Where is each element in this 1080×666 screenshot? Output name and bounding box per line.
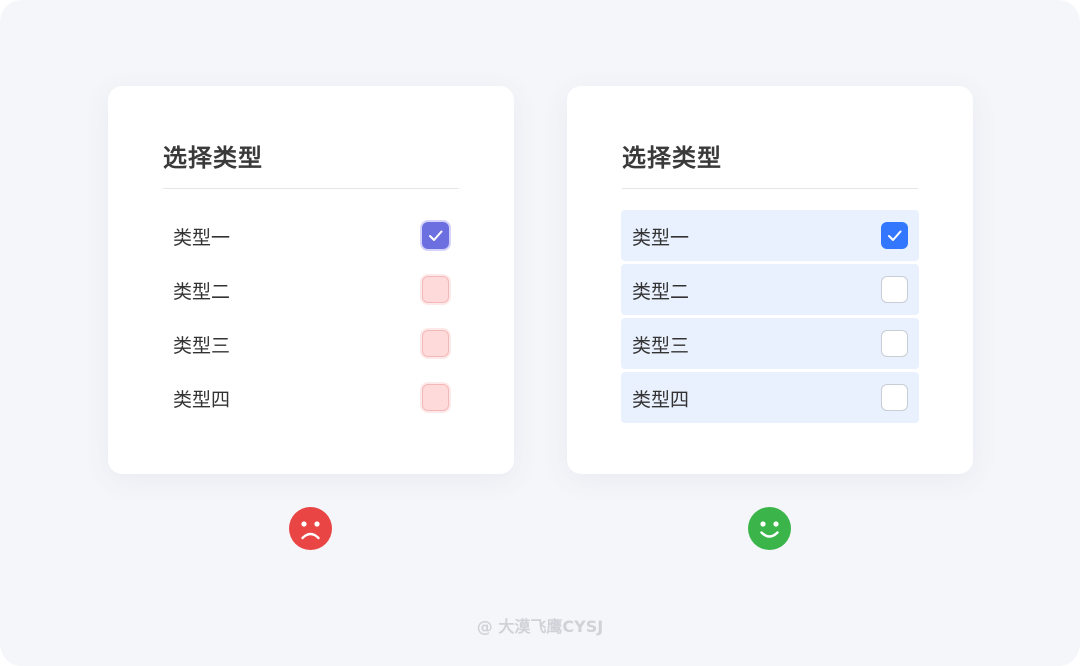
option-label: 类型一 [173,227,231,249]
checkbox-unchecked[interactable] [881,384,908,411]
good-example-card: 选择类型 类型一 类型二 类型三 类型四 [567,86,973,474]
option-item-1[interactable]: 类型一 [162,210,460,261]
checkbox-unchecked[interactable] [422,276,449,303]
option-list: 类型一 类型二 类型三 类型四 [162,210,460,426]
option-label: 类型二 [632,281,690,303]
option-item-2[interactable]: 类型二 [621,264,919,315]
watermark: @ 大漠飞鹰CYSJ [476,617,604,636]
card-title: 选择类型 [163,144,263,172]
title-divider [622,188,918,189]
option-item-3[interactable]: 类型三 [162,318,460,369]
card-title: 选择类型 [622,144,722,172]
checkbox-checked[interactable] [422,222,449,249]
checkbox-unchecked[interactable] [881,330,908,357]
bad-example-card: 选择类型 类型一 类型二 类型三 类型四 [108,86,514,474]
option-label: 类型一 [632,227,690,249]
checkbox-unchecked[interactable] [422,384,449,411]
checkmark-icon [888,230,902,241]
comparison-canvas: 选择类型 类型一 类型二 类型三 类型四 选择类型 类型一 类型二 类型三 类型… [0,0,1080,666]
option-label: 类型四 [173,389,231,411]
option-label: 类型三 [632,335,690,357]
option-item-1[interactable]: 类型一 [621,210,919,261]
option-item-3[interactable]: 类型三 [621,318,919,369]
happy-face-icon [748,507,791,550]
option-label: 类型三 [173,335,231,357]
option-label: 类型二 [173,281,231,303]
checkbox-unchecked[interactable] [881,276,908,303]
checkbox-unchecked[interactable] [422,330,449,357]
checkbox-checked[interactable] [881,222,908,249]
checkmark-icon [429,230,443,241]
option-item-2[interactable]: 类型二 [162,264,460,315]
option-item-4[interactable]: 类型四 [162,372,460,423]
option-item-4[interactable]: 类型四 [621,372,919,423]
sad-face-icon [289,507,332,550]
option-label: 类型四 [632,389,690,411]
option-list: 类型一 类型二 类型三 类型四 [621,210,919,426]
title-divider [163,188,459,189]
